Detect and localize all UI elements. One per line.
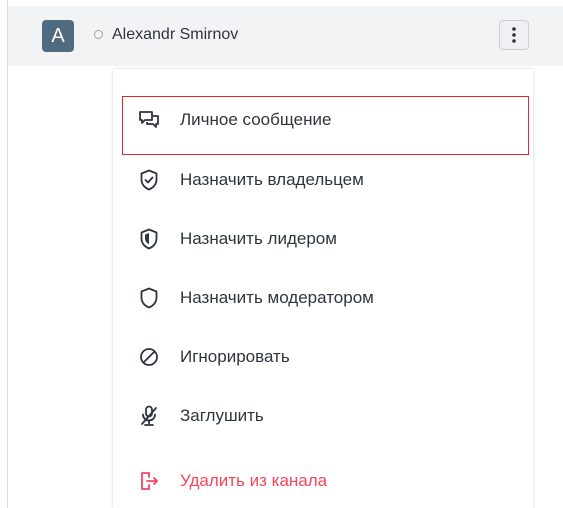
member-header: A Alexandr Smirnov [8,6,563,66]
menu-item-label: Назначить модератором [180,288,374,307]
menu-item-label: Заглушить [180,406,264,425]
avatar[interactable]: A [42,20,74,52]
kebab-menu-button[interactable] [499,20,529,50]
ban-icon [137,345,161,369]
menu-item-set-owner[interactable]: Назначить владельцем [113,153,533,207]
shield-blank-icon [137,227,161,251]
shield-check-icon [137,168,161,192]
menu-item-set-moderator[interactable]: Назначить модератором [113,271,533,325]
username[interactable]: Alexandr Smirnov [112,26,238,44]
user-actions-menu: Личное сообщение Назначить владельцем На… [113,69,533,508]
kebab-menu-icon [512,27,516,43]
menu-item-label: Назначить лидером [180,229,337,248]
menu-item-direct-message[interactable]: Личное сообщение [113,93,533,147]
menu-item-label: Игнорировать [180,347,290,366]
panel-left-border [7,0,8,508]
menu-item-set-leader[interactable]: Назначить лидером [113,212,533,266]
menu-item-mute[interactable]: Заглушить [113,389,533,443]
mic-off-icon [137,404,161,428]
shield-icon [137,286,161,310]
status-offline-icon [94,30,103,39]
menu-item-label: Личное сообщение [180,110,332,129]
direct-message-icon [137,108,161,132]
sign-out-icon [137,469,161,493]
menu-item-remove-from-channel[interactable]: Удалить из канала [113,454,533,508]
menu-item-label: Назначить владельцем [180,170,364,189]
menu-item-ignore[interactable]: Игнорировать [113,330,533,384]
menu-item-label: Удалить из канала [180,471,328,490]
